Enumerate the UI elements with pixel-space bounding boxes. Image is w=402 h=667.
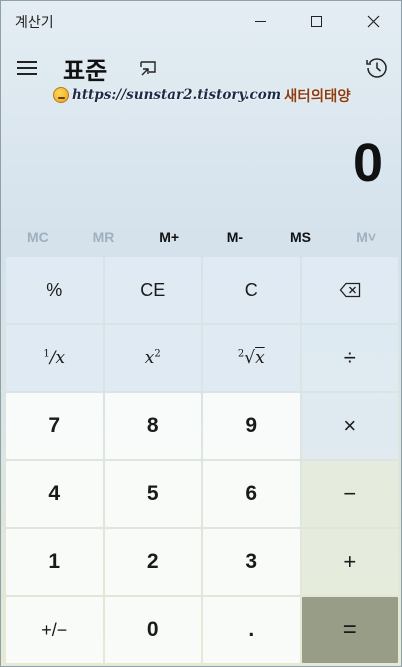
reciprocal-button[interactable]: 1/x <box>6 325 103 391</box>
digit-7-button[interactable]: 7 <box>6 393 103 459</box>
equals-button[interactable]: = <box>301 597 398 663</box>
memory-recall-button[interactable]: MR <box>71 221 137 253</box>
decimal-button[interactable]: . <box>203 597 300 663</box>
watermark-name: 새터의태양 <box>284 88 351 105</box>
digit-9-button[interactable]: 9 <box>203 393 300 459</box>
digit-0-button[interactable]: 0 <box>104 597 201 663</box>
clear-button[interactable]: C <box>203 257 300 323</box>
add-button[interactable]: + <box>301 529 398 595</box>
close-button[interactable] <box>346 1 400 41</box>
digit-8-button[interactable]: 8 <box>104 393 201 459</box>
square-root-button[interactable]: 2√x <box>203 325 300 391</box>
backspace-button[interactable] <box>301 257 398 323</box>
digit-2-button[interactable]: 2 <box>104 529 201 595</box>
multiply-button[interactable]: × <box>301 393 398 459</box>
memory-clear-button[interactable]: MC <box>5 221 71 253</box>
divide-button[interactable]: ÷ <box>301 325 398 391</box>
history-icon <box>366 58 387 78</box>
memory-list-button[interactable]: M˅ <box>333 221 399 253</box>
result-display: 0 <box>352 133 383 193</box>
minimize-button[interactable] <box>233 1 287 41</box>
keep-on-top-button[interactable] <box>138 57 160 79</box>
digit-1-button[interactable]: 1 <box>6 529 103 595</box>
digit-3-button[interactable]: 3 <box>203 529 300 595</box>
watermark: https://sunstar2.tistory.com 새터의태양 <box>53 85 351 105</box>
memory-subtract-button[interactable]: M- <box>202 221 268 253</box>
keep-on-top-icon <box>140 61 156 76</box>
memory-store-button[interactable]: MS <box>268 221 334 253</box>
mode-title: 표준 <box>63 57 108 85</box>
hamburger-menu-icon <box>17 61 37 63</box>
square-label: x2 <box>144 348 161 368</box>
app-title: 계산기 <box>15 15 54 31</box>
watermark-url: https://sunstar2.tistory.com <box>72 87 282 103</box>
negate-button[interactable]: +/− <box>6 597 103 663</box>
clear-entry-button[interactable]: CE <box>104 257 201 323</box>
digit-4-button[interactable]: 4 <box>6 461 103 527</box>
digit-6-button[interactable]: 6 <box>203 461 300 527</box>
digit-5-button[interactable]: 5 <box>104 461 201 527</box>
square-button[interactable]: x2 <box>104 325 201 391</box>
emoji-face-icon <box>53 87 69 103</box>
memory-add-button[interactable]: M+ <box>136 221 202 253</box>
percent-button[interactable]: % <box>6 257 103 323</box>
minimize-icon <box>254 20 266 22</box>
memory-bar: MC MR M+ M- MS M˅ <box>5 221 399 253</box>
calculator-window: 계산기 표준 https://sunstar2.tistory.com 새터의태… <box>0 0 402 667</box>
navigation-menu-button[interactable] <box>11 55 43 81</box>
close-icon <box>367 15 379 27</box>
history-button[interactable] <box>363 54 391 82</box>
backspace-icon <box>339 282 360 298</box>
keypad: % CE C 1/x x2 2√x ÷ 7 8 9 × 4 5 6 − 1 2 … <box>6 257 400 663</box>
maximize-icon <box>310 15 322 27</box>
reciprocal-label: 1/x <box>43 348 66 368</box>
title-bar: 계산기 <box>1 1 401 41</box>
square-root-label: 2√x <box>237 348 265 368</box>
maximize-button[interactable] <box>289 1 343 41</box>
subtract-button[interactable]: − <box>301 461 398 527</box>
